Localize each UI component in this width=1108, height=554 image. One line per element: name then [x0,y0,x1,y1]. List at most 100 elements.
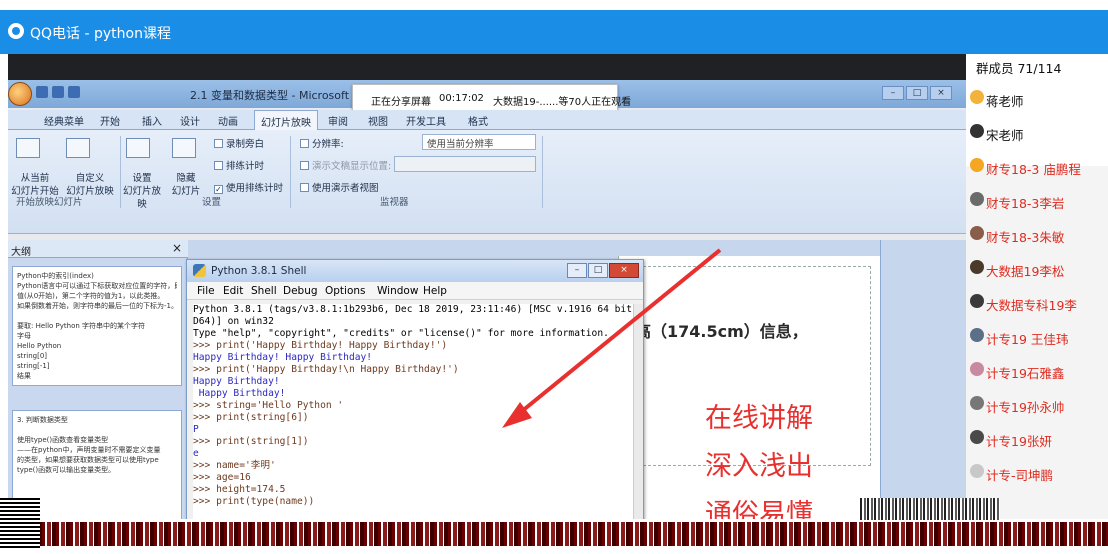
member-item[interactable]: 财专18-3朱敏 [966,218,1108,252]
member-item[interactable]: 大数据专科19李 [966,286,1108,320]
avatar [970,328,984,342]
member-name: 大数据19李松 [986,264,1065,279]
thumb-line: Python语言中可以通过下标获取对应位置的字符，即一个 [17,282,177,290]
avatar [970,124,984,138]
setup-show-button[interactable]: 设置 幻灯片放映 [122,172,162,211]
tab-home[interactable]: 开始 [100,113,120,128]
avatar [970,396,984,410]
member-count: 群成员 71/114 [976,61,1062,76]
current-slide[interactable]: 身高（174.5cm）信息， 在线讲解 深入浅出 通俗易懂 [618,256,880,544]
show-on-select[interactable] [394,156,536,172]
ribbon-separator [290,136,291,208]
close-pane-icon[interactable]: × [172,241,182,255]
setup-show-icon [126,138,150,158]
shell-line: >>> print(type(name)) [193,496,315,507]
minimize-button[interactable]: – [882,86,904,100]
checked-icon: ✓ [214,185,223,194]
avatar [970,464,984,478]
undo-icon[interactable] [52,86,64,98]
redo-icon[interactable] [68,86,80,98]
member-item[interactable]: 计专19张妍 [966,422,1108,456]
outline-tab[interactable]: 大纲 × [8,240,188,258]
tab-view[interactable]: 视图 [368,113,388,128]
member-name: 计专19石雅鑫 [986,366,1065,381]
tab-developer[interactable]: 开发工具 [406,113,446,128]
share-status-popup: 正在分享屏幕 00:17:02 大数据19-......等70人正在观看 [352,84,631,112]
tab-classic-menu[interactable]: 经典菜单 [44,113,84,128]
thumb-line: ——在python中，声明变量时不需要定义变量 [17,446,161,454]
window-title: QQ电话 - python课程 [30,26,171,42]
tab-slideshow[interactable]: 幻灯片放映 [254,110,318,130]
tab-design[interactable]: 设计 [180,113,200,128]
py-minimize-button[interactable]: – [567,263,587,278]
text-placeholder[interactable] [643,266,871,466]
member-item[interactable]: 财专18-3李岩 [966,184,1108,218]
share-viewers: 大数据19-......等70人正在观看 [493,97,632,108]
thumb-line: 如果倒数着开始，则字符串的最后一位的下标为-1。 [17,302,177,310]
tab-insert[interactable]: 插入 [142,113,162,128]
save-icon[interactable] [36,86,48,98]
ribbon-separator [120,136,121,208]
python-icon [193,264,206,277]
py-close-button[interactable]: × [609,263,639,278]
avatar [970,294,984,308]
record-narration-button[interactable]: 录制旁白 [214,136,264,150]
custom-show-icon [66,138,90,158]
avatar [970,90,984,104]
qq-logo-icon [8,23,24,39]
shell-line: >>> print('Happy Birthday!\n Happy Birth… [193,364,459,375]
shell-line: >>> age=16 [193,472,251,483]
menu-window[interactable]: Window [377,285,418,297]
thumb-line: 使用type()函数查看变量类型 [17,436,109,444]
tab-review[interactable]: 审阅 [328,113,348,128]
avatar [970,226,984,240]
member-item[interactable]: 计专19石雅鑫 [966,354,1108,388]
maximize-button[interactable]: □ [906,86,928,100]
menu-options[interactable]: Options [325,285,366,297]
member-item[interactable]: 大数据19李松 [966,252,1108,286]
tab-format[interactable]: 格式 [468,113,488,128]
member-item[interactable]: 计专19 王佳玮 [966,320,1108,354]
thumb-line: 要取: Hello Python 字符串中的某个字符 [17,322,146,330]
py-maximize-button[interactable]: □ [588,263,608,278]
menu-help[interactable]: Help [423,285,447,297]
shell-line: >>> print(string[1]) [193,436,309,447]
member-name: 宋老师 [986,128,1024,143]
member-item[interactable]: 宋老师 [966,116,1108,150]
capture-artifact [0,522,1108,546]
close-button[interactable]: × [930,86,952,100]
shell-scrollbar[interactable] [633,304,643,544]
presenter-view-checkbox[interactable]: 使用演示者视图 [300,180,379,194]
member-name: 财专18-3李岩 [986,196,1065,211]
menu-debug[interactable]: Debug [283,285,318,297]
tab-animation[interactable]: 动画 [218,113,238,128]
resolution-select[interactable]: 使用当前分辨率 [422,134,536,150]
menu-edit[interactable]: Edit [223,285,243,297]
member-item[interactable]: 计专-司坤鹏 [966,456,1108,490]
avatar [970,192,984,206]
menu-file[interactable]: File [197,285,215,297]
slide-thumbnail[interactable]: Python中的索引(index) Python语言中可以通过下标获取对应位置的… [12,266,182,386]
office-button[interactable] [8,82,32,106]
resolution-label: 分辨率: [300,136,344,150]
timer-icon [214,161,223,170]
group-setup-label: 设置 [202,197,222,208]
shell-output[interactable]: Python 3.8.1 (tags/v3.8.1:1b293b6, Dec 1… [193,304,633,544]
use-timings-checkbox[interactable]: ✓ 使用排练计时 [214,180,283,194]
thumb-line: 的类型，如果想要获取数据类型可以使用type [17,456,159,464]
member-name: 计专19 王佳玮 [986,332,1069,347]
member-item[interactable]: 蒋老师 [966,82,1108,116]
menu-shell[interactable]: Shell [251,285,277,297]
member-item[interactable]: 计专19孙永帅 [966,388,1108,422]
hide-slide-button[interactable]: 隐藏 幻灯片 [168,172,204,198]
rehearse-timings-button[interactable]: 排练计时 [214,158,264,172]
python-shell-titlebar[interactable]: Python 3.8.1 Shell – □ × [187,260,643,282]
avatar [970,430,984,444]
avatar [970,158,984,172]
outline-tab-label: 大纲 [11,247,31,258]
python-shell-window[interactable]: Python 3.8.1 Shell – □ × File Edit Shell… [186,259,644,544]
ppt-doc-title: 2.1 变量和数据类型 - Microsoft Pow [190,89,375,102]
thumb-line: 值(从0开始)，第二个字符的值为1，以此类推。 [17,292,165,300]
python-menubar: File Edit Shell Debug Options Window Hel… [187,282,643,300]
member-item[interactable]: 财专18-3 庙鹏程 [966,150,1108,184]
